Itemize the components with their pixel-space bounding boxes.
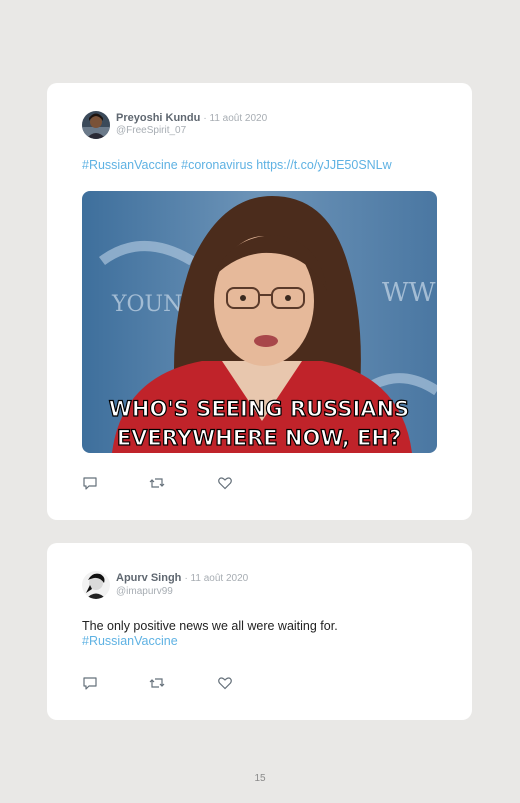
meme-caption-line1: WHO'S SEEING RUSSIANS bbox=[109, 397, 410, 421]
tweet-link[interactable]: https://t.co/yJJE50SNLw bbox=[256, 158, 391, 172]
meme-image: YOUNG WW WHO'S SEEING RUSSIANS EVERYWHER… bbox=[82, 191, 437, 453]
tweet-text: #RussianVaccine #coronavirus https://t.c… bbox=[82, 158, 392, 173]
hashtag[interactable]: #RussianVaccine bbox=[82, 634, 178, 649]
tweet-actions bbox=[82, 475, 262, 491]
heart-icon[interactable] bbox=[217, 475, 233, 491]
author-handle[interactable]: @FreeSpirit_07 bbox=[116, 125, 186, 136]
author-name[interactable]: Preyoshi Kundu bbox=[116, 112, 200, 124]
sign-text-right: WW bbox=[382, 278, 436, 308]
author-line: Preyoshi Kundu · 11 août 2020 bbox=[116, 112, 267, 124]
author-line: Apurv Singh · 11 août 2020 bbox=[116, 572, 248, 584]
tweet-card: Preyoshi Kundu · 11 août 2020 @FreeSpiri… bbox=[47, 83, 472, 520]
tweet-card: Apurv Singh · 11 août 2020 @imapurv99 Th… bbox=[47, 543, 472, 720]
author-name[interactable]: Apurv Singh bbox=[116, 572, 181, 584]
heart-icon[interactable] bbox=[217, 675, 233, 691]
retweet-icon[interactable] bbox=[149, 675, 165, 691]
hashtags[interactable]: #RussianVaccine #coronavirus bbox=[82, 158, 253, 172]
reply-icon[interactable] bbox=[82, 675, 98, 691]
tweet-text: The only positive news we all were waiti… bbox=[82, 619, 338, 633]
tweet-date[interactable]: · 11 août 2020 bbox=[184, 573, 248, 584]
page-number: 15 bbox=[254, 773, 266, 784]
tweet-actions bbox=[82, 675, 262, 691]
retweet-icon[interactable] bbox=[149, 475, 165, 491]
tweet-image[interactable]: YOUNG WW WHO'S SEEING RUSSIANS EVERYWHER… bbox=[82, 191, 437, 453]
author-handle[interactable]: @imapurv99 bbox=[116, 586, 173, 597]
avatar[interactable] bbox=[82, 111, 110, 139]
avatar[interactable] bbox=[82, 571, 110, 599]
reply-icon[interactable] bbox=[82, 475, 98, 491]
meme-caption-line2: EVERYWHERE NOW, EH? bbox=[117, 426, 401, 450]
tweet-date[interactable]: · 11 août 2020 bbox=[203, 113, 267, 124]
